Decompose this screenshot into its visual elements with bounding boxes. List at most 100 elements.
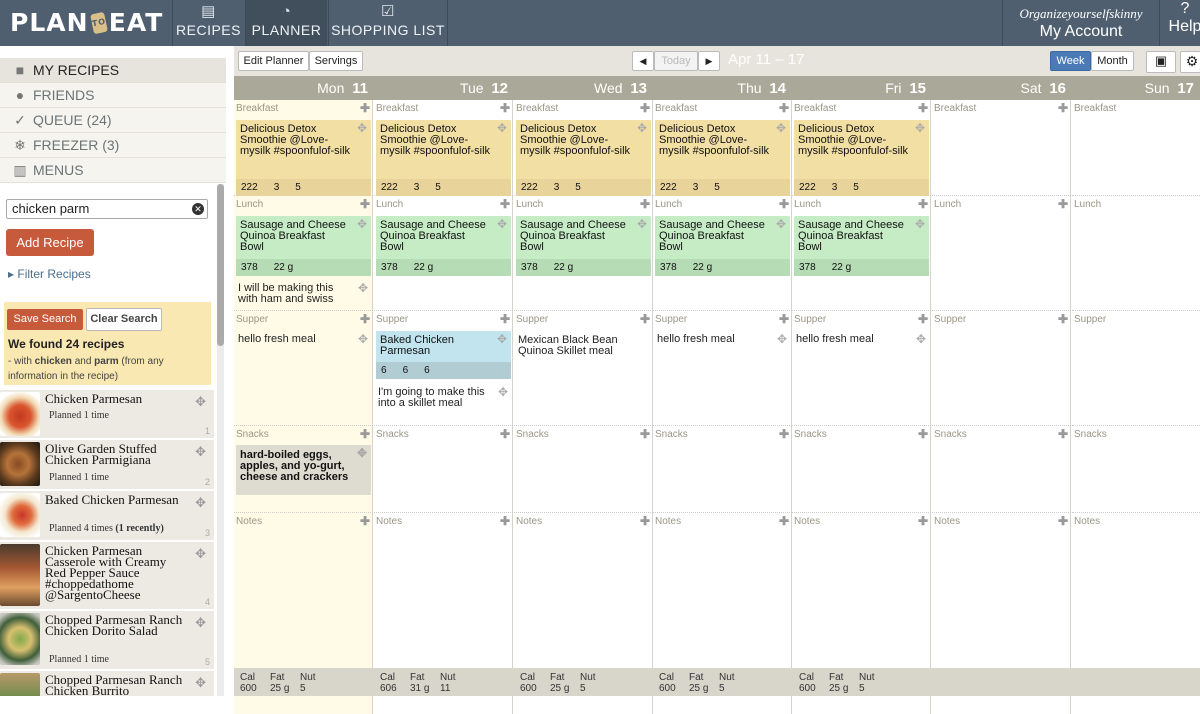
- add-meal-icon[interactable]: ✚: [918, 101, 928, 115]
- drag-move-icon[interactable]: ✥: [637, 218, 647, 230]
- add-meal-icon[interactable]: ✚: [640, 514, 650, 528]
- recipe-result-item[interactable]: Chopped Parmesan Ranch Chicken Dorito Sa…: [0, 611, 214, 671]
- drag-move-icon[interactable]: ✥: [637, 122, 647, 134]
- save-search-button[interactable]: Save Search: [7, 309, 83, 330]
- tab-planner[interactable]: ◔ PLANNER: [245, 0, 327, 46]
- slot-lunch[interactable]: Lunch ✚ Sausage and Cheese Quinoa Breakfa…: [653, 196, 792, 311]
- tab-shopping-list[interactable]: ☑ SHOPPING LIST: [328, 0, 448, 46]
- add-meal-icon[interactable]: ✚: [360, 312, 370, 326]
- drag-move-icon[interactable]: ✥: [498, 386, 508, 398]
- meal-note[interactable]: I will be making this with ham and swiss…: [238, 282, 368, 305]
- month-view-button[interactable]: Month: [1091, 51, 1134, 71]
- meal-card[interactable]: Delicious Detox Smoothie @Love-mysilk #s…: [236, 120, 371, 196]
- tab-recipes[interactable]: ▤ RECIPES: [172, 0, 244, 46]
- meal-note[interactable]: I'm going to make this into a skillet me…: [378, 386, 508, 409]
- drag-move-icon[interactable]: ✥: [916, 333, 926, 345]
- drag-move-icon[interactable]: ✥: [195, 444, 206, 460]
- sidebar-item-menus[interactable]: ▥ MENUS: [0, 158, 226, 183]
- add-meal-icon[interactable]: ✚: [500, 514, 510, 528]
- meal-card[interactable]: Baked Chicken Parmesan ✥ 6 6 6: [376, 331, 511, 379]
- meal-card[interactable]: Delicious Detox Smoothie @Love-mysilk #s…: [516, 120, 651, 196]
- add-meal-icon[interactable]: ✚: [1058, 514, 1068, 528]
- slot-supper[interactable]: Supper ✚ hello fresh meal ✥: [653, 311, 792, 426]
- drag-move-icon[interactable]: ✥: [776, 122, 786, 134]
- drag-move-icon[interactable]: ✥: [358, 333, 368, 345]
- add-meal-icon[interactable]: ✚: [1058, 312, 1068, 326]
- meal-card[interactable]: Sausage and Cheese Quinoa Breakfast Bowl…: [236, 216, 371, 276]
- slot-breakfast[interactable]: Breakfast: [1072, 100, 1200, 196]
- meal-card[interactable]: Delicious Detox Smoothie @Love-mysilk #s…: [376, 120, 511, 196]
- slot-notes[interactable]: Notes ✚: [792, 513, 931, 668]
- slot-breakfast[interactable]: Breakfast ✚: [932, 100, 1071, 196]
- slot-snacks[interactable]: Snacks ✚: [514, 426, 653, 513]
- drag-move-icon[interactable]: ✥: [358, 282, 368, 294]
- add-meal-icon[interactable]: ✚: [779, 312, 789, 326]
- drag-move-icon[interactable]: ✥: [497, 333, 507, 345]
- meal-card[interactable]: Delicious Detox Smoothie @Love-mysilk #s…: [655, 120, 790, 196]
- slot-snacks[interactable]: Snacks ✚: [932, 426, 1071, 513]
- add-meal-icon[interactable]: ✚: [918, 427, 928, 441]
- add-meal-icon[interactable]: ✚: [918, 197, 928, 211]
- sidebar-scrollbar[interactable]: [217, 184, 224, 696]
- recipe-search-input[interactable]: chicken parm ✕: [6, 199, 208, 219]
- add-meal-icon[interactable]: ✚: [640, 101, 650, 115]
- drag-move-icon[interactable]: ✥: [915, 218, 925, 230]
- add-meal-icon[interactable]: ✚: [360, 197, 370, 211]
- add-meal-icon[interactable]: ✚: [779, 427, 789, 441]
- drag-move-icon[interactable]: ✥: [357, 122, 367, 134]
- slot-supper[interactable]: Supper: [1072, 311, 1200, 426]
- slot-breakfast[interactable]: Breakfast ✚ Delicious Detox Smoothie @Lov…: [792, 100, 931, 196]
- drag-move-icon[interactable]: ✥: [497, 122, 507, 134]
- meal-note[interactable]: hello fresh meal ✥: [657, 333, 787, 345]
- add-meal-icon[interactable]: ✚: [500, 101, 510, 115]
- next-week-button[interactable]: ▶: [698, 51, 720, 71]
- add-meal-icon[interactable]: ✚: [360, 427, 370, 441]
- slot-lunch[interactable]: Lunch ✚: [932, 196, 1071, 311]
- slot-snacks[interactable]: Snacks ✚: [653, 426, 792, 513]
- slot-supper[interactable]: Supper ✚ Mexican Black Bean Quinoa Skille…: [514, 311, 653, 426]
- previous-week-button[interactable]: ◀: [632, 51, 654, 71]
- add-meal-icon[interactable]: ✚: [1058, 427, 1068, 441]
- add-meal-icon[interactable]: ✚: [500, 427, 510, 441]
- meal-note[interactable]: hello fresh meal ✥: [238, 333, 368, 345]
- slot-lunch[interactable]: Lunch ✚ Sausage and Cheese Quinoa Breakfa…: [792, 196, 931, 311]
- slot-notes[interactable]: Notes ✚: [374, 513, 513, 668]
- slot-supper[interactable]: Supper ✚ hello fresh meal ✥: [792, 311, 931, 426]
- print-icon[interactable]: ▣: [1146, 51, 1176, 73]
- slot-lunch[interactable]: Lunch ✚ Sausage and Cheese Quinoa Breakfa…: [514, 196, 653, 311]
- drag-move-icon[interactable]: ✥: [195, 495, 206, 511]
- plan-to-eat-logo[interactable]: PLAN TO EAT: [10, 4, 162, 42]
- meal-card[interactable]: Sausage and Cheese Quinoa Breakfast Bowl…: [655, 216, 790, 276]
- drag-move-icon[interactable]: ✥: [915, 122, 925, 134]
- meal-note[interactable]: Mexican Black Bean Quinoa Skillet meal: [518, 335, 628, 357]
- drag-move-icon[interactable]: ✥: [195, 394, 206, 410]
- filter-recipes-link[interactable]: ▸ Filter Recipes: [8, 267, 91, 281]
- slot-notes[interactable]: Notes ✚: [653, 513, 792, 668]
- sidebar-item-freezer[interactable]: ❄ FREEZER (3): [0, 133, 226, 158]
- add-meal-icon[interactable]: ✚: [640, 312, 650, 326]
- add-meal-icon[interactable]: ✚: [779, 101, 789, 115]
- meal-note[interactable]: hello fresh meal ✥: [796, 333, 926, 345]
- drag-move-icon[interactable]: ✥: [777, 333, 787, 345]
- help-menu[interactable]: ? Help: [1165, 0, 1200, 36]
- add-meal-icon[interactable]: ✚: [1058, 197, 1068, 211]
- recipe-result-item[interactable]: Olive Garden Stuffed Chicken Parmigiana …: [0, 440, 214, 491]
- add-meal-icon[interactable]: ✚: [918, 514, 928, 528]
- recipe-result-item[interactable]: Chicken Parmesan Casserole with Creamy R…: [0, 542, 214, 611]
- slot-lunch[interactable]: Lunch ✚ Sausage and Cheese Quinoa Breakfa…: [234, 196, 373, 311]
- add-meal-icon[interactable]: ✚: [1058, 101, 1068, 115]
- gear-icon[interactable]: ⚙: [1180, 51, 1200, 73]
- meal-card[interactable]: hard-boiled eggs, apples, and yo-gurt, c…: [236, 445, 371, 495]
- slot-breakfast[interactable]: Breakfast ✚ Delicious Detox Smoothie @Lov…: [514, 100, 653, 196]
- clear-search-button[interactable]: Clear Search: [86, 308, 162, 331]
- add-meal-icon[interactable]: ✚: [918, 312, 928, 326]
- drag-move-icon[interactable]: ✥: [195, 615, 206, 631]
- recipe-result-item[interactable]: Chopped Parmesan Ranch Chicken Burrito ✥: [0, 671, 214, 696]
- slot-lunch[interactable]: Lunch: [1072, 196, 1200, 311]
- edit-planner-button[interactable]: Edit Planner: [238, 51, 309, 71]
- add-meal-icon[interactable]: ✚: [360, 101, 370, 115]
- add-meal-icon[interactable]: ✚: [779, 514, 789, 528]
- add-meal-icon[interactable]: ✚: [500, 312, 510, 326]
- slot-supper[interactable]: Supper ✚: [932, 311, 1071, 426]
- drag-move-icon[interactable]: ✥: [195, 675, 206, 691]
